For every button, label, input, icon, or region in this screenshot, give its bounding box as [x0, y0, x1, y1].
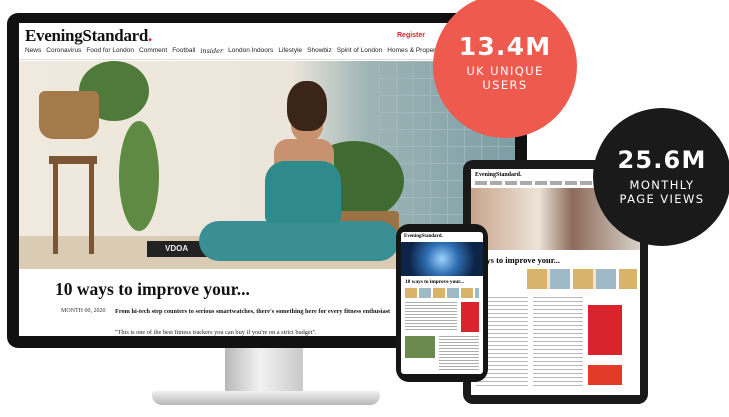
tablet-ad [588, 365, 622, 385]
page-views-badge: 25.6M MONTHLY PAGE VIEWS [593, 108, 729, 246]
article-date: MONTH 00, 2020 [61, 308, 106, 314]
article-quote: "This is one of the best fitness tracker… [115, 329, 317, 336]
hero-stool [49, 156, 97, 164]
phone-headline[interactable]: 10 ways to improve your... [405, 279, 464, 285]
page-views-label-line2: PAGE VIEWS [619, 192, 705, 206]
phone-ad [461, 302, 479, 332]
phone-product-strip [405, 288, 479, 298]
tablet-ad [588, 305, 622, 355]
stool-leg [53, 164, 58, 254]
logo-text: EveningStandard [25, 26, 149, 45]
hero-person-hair [287, 81, 327, 131]
phone-article-image [405, 336, 435, 358]
nav-item-london-indoors[interactable]: London Indoors [228, 47, 273, 58]
nav-item-insider[interactable]: insider [200, 47, 223, 58]
site-logo[interactable]: EveningStandard. [25, 26, 152, 46]
page-views-value: 25.6M [617, 146, 707, 174]
phone-screen: EveningStandard. 10 ways to improve your… [401, 232, 483, 374]
tablet-text-column [533, 297, 583, 387]
nav-item-spirit[interactable]: Spirit of London [337, 47, 383, 58]
article-standfirst: From hi-tech step counters to serious sm… [115, 308, 391, 315]
page-views-label: MONTHLY PAGE VIEWS [593, 178, 729, 206]
tablet-headline[interactable]: ways to improve your... [476, 255, 560, 265]
logo-dot: . [148, 26, 152, 45]
monitor-stand-neck [225, 348, 303, 392]
unique-users-value: 13.4M [458, 32, 552, 61]
nav-item-showbiz[interactable]: Showbiz [307, 47, 332, 58]
unique-users-label: UK UNIQUE USERS [433, 64, 577, 92]
hero-plant [119, 121, 159, 231]
unique-users-badge: 13.4M UK UNIQUE USERS [433, 0, 577, 138]
unique-users-label-line2: USERS [482, 78, 528, 92]
phone-device: EveningStandard. 10 ways to improve your… [396, 224, 488, 382]
hero-person-top [265, 161, 341, 223]
nav-item-comment[interactable]: Comment [139, 47, 167, 58]
monitor-stand-base [152, 391, 380, 405]
nav-item-news[interactable]: News [25, 47, 41, 58]
nav-item-football[interactable]: Football [172, 47, 195, 58]
phone-hero-image [401, 242, 483, 276]
page-views-label-line1: MONTHLY [629, 178, 695, 192]
nav-item-coronavirus[interactable]: Coronavirus [46, 47, 81, 58]
phone-logo[interactable]: EveningStandard. [404, 234, 443, 239]
tablet-product-strip [527, 269, 637, 289]
tablet-logo[interactable]: EveningStandard. [475, 172, 522, 178]
phone-text-block [439, 336, 479, 370]
stool-leg [89, 164, 94, 254]
register-link[interactable]: Register [397, 32, 425, 39]
unique-users-label-line1: UK UNIQUE [466, 64, 544, 78]
hero-basket [39, 91, 99, 139]
hero-person-legs [199, 221, 399, 261]
article-headline[interactable]: 10 ways to improve your... [55, 279, 250, 300]
phone-text-block [405, 302, 457, 332]
nav-item-lifestyle[interactable]: Lifestyle [278, 47, 302, 58]
nav-item-food[interactable]: Food for London [86, 47, 134, 58]
